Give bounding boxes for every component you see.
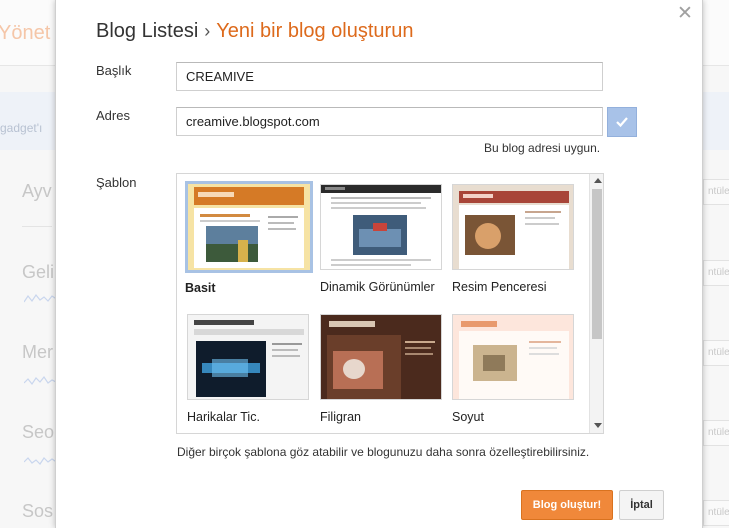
- breadcrumb-blog-list[interactable]: Blog Listesi: [96, 20, 198, 42]
- background-page-title: Yönet: [0, 22, 51, 44]
- template-thumbnail: [320, 314, 442, 400]
- background-row-label: Sos: [22, 501, 54, 521]
- template-thumbnail: [187, 314, 309, 400]
- template-resim-penceresi[interactable]: Resim Penceresi: [452, 184, 582, 294]
- background-row-label: Seo: [22, 422, 55, 442]
- background-view-button: ntüle: [703, 500, 729, 526]
- sparkline-icon: [24, 293, 58, 303]
- template-name: Resim Penceresi: [452, 280, 547, 294]
- create-blog-dialog: ✕ Blog Listesi › Yeni bir blog oluşturun B…: [55, 0, 703, 528]
- address-check-button[interactable]: [607, 107, 637, 137]
- breadcrumb-separator: ›: [204, 21, 211, 41]
- template-thumbnail: [452, 184, 574, 270]
- template-picker[interactable]: Basit Dinamik Görünümler Resim Penceresi…: [176, 173, 604, 434]
- scroll-up-icon[interactable]: [594, 178, 602, 183]
- template-basit[interactable]: Basit: [185, 181, 315, 295]
- title-input[interactable]: [176, 62, 603, 91]
- background-view-button: ntüle: [703, 260, 729, 286]
- address-status: Bu blog adresi uygun.: [484, 141, 601, 155]
- template-thumbnail: [452, 314, 574, 400]
- dialog-breadcrumb: Blog Listesi › Yeni bir blog oluşturun: [96, 20, 413, 43]
- template-name: Soyut: [452, 410, 484, 424]
- background-view-button: ntüle: [703, 420, 729, 446]
- close-icon[interactable]: ✕: [677, 4, 693, 24]
- address-label: Adres: [96, 108, 130, 123]
- breadcrumb-current: Yeni bir blog oluşturun: [216, 20, 414, 42]
- create-blog-button[interactable]: Blog oluştur!: [521, 490, 613, 520]
- template-soyut[interactable]: Soyut: [452, 314, 582, 424]
- template-label: Şablon: [96, 175, 137, 190]
- background-row-label: Geli: [22, 262, 55, 282]
- title-label: Başlık: [96, 63, 132, 78]
- scroll-down-icon[interactable]: [594, 423, 602, 428]
- background-divider: [22, 226, 52, 227]
- template-name: Dinamik Görünümler: [320, 280, 435, 294]
- template-dinamik[interactable]: Dinamik Görünümler: [320, 184, 450, 294]
- cancel-button[interactable]: İptal: [619, 490, 664, 520]
- sparkline-icon: [24, 457, 58, 465]
- sparkline-icon: [24, 375, 58, 386]
- template-harikalar[interactable]: Harikalar Tic.: [187, 314, 317, 424]
- scroll-thumb[interactable]: [592, 189, 602, 339]
- background-view-button: ntüle: [703, 340, 729, 366]
- background-row-label: Ayv: [22, 181, 52, 201]
- template-thumbnail: [185, 181, 313, 273]
- template-name: Basit: [185, 281, 216, 295]
- background-gadget-text: gadget'ı: [0, 121, 43, 135]
- background-row-label: Mer: [22, 342, 53, 362]
- address-input[interactable]: [176, 107, 603, 136]
- background-view-button: ntüle: [703, 179, 729, 205]
- template-scrollbar[interactable]: [589, 174, 603, 433]
- template-name: Harikalar Tic.: [187, 410, 260, 424]
- template-filigran[interactable]: Filigran: [320, 314, 450, 424]
- checkmark-icon: [616, 117, 628, 128]
- template-name: Filigran: [320, 410, 361, 424]
- template-hint: Diğer birçok şablona göz atabilir ve blo…: [177, 445, 590, 459]
- template-thumbnail: [320, 184, 442, 270]
